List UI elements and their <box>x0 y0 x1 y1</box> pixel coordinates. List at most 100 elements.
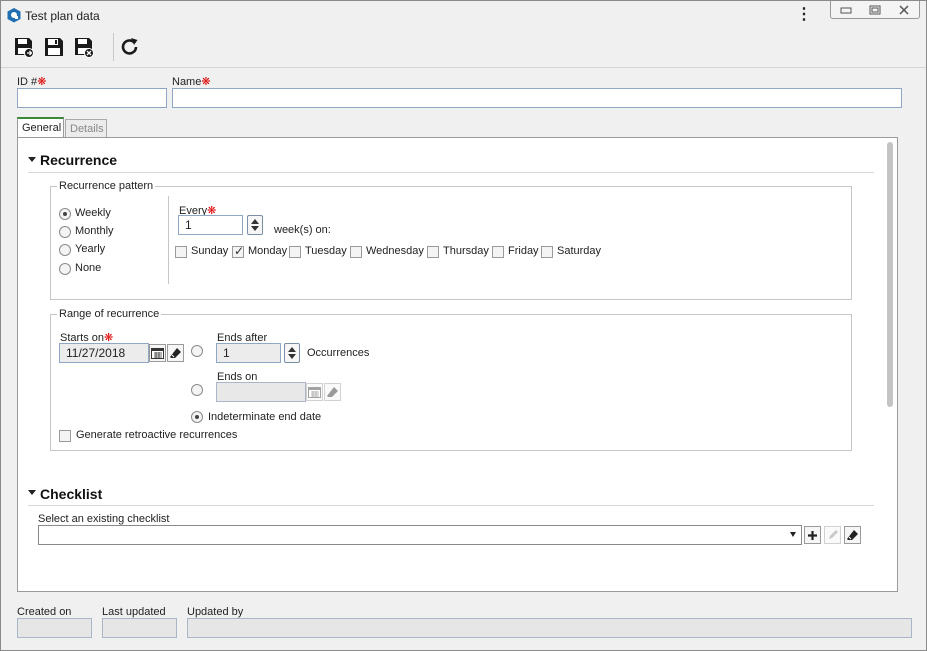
save-and-new-button[interactable] <box>12 35 36 59</box>
add-checklist-button[interactable] <box>804 526 821 544</box>
monday-label: Monday <box>248 245 288 257</box>
save-icon <box>45 38 63 56</box>
range-of-recurrence-legend: Range of recurrence <box>57 308 162 320</box>
yearly-label: Yearly <box>75 243 106 255</box>
saturday-checkbox[interactable] <box>541 246 553 258</box>
vertical-scrollbar[interactable] <box>887 142 893 407</box>
more-options-icon[interactable]: ⋮ <box>796 7 812 25</box>
saturday-label: Saturday <box>557 245 602 257</box>
every-value: 1 <box>185 218 192 232</box>
name-label: Name <box>172 76 202 88</box>
eraser-icon <box>847 529 858 540</box>
clear-checklist-button[interactable] <box>844 526 861 544</box>
monthly-label: Monthly <box>75 225 114 237</box>
title-bar: Test plan data ⋮ <box>1 1 926 29</box>
last-updated-field <box>102 618 177 638</box>
starts-on-clear-button[interactable] <box>167 344 184 362</box>
created-on-label: Created on <box>17 606 72 618</box>
recurrence-pattern-legend: Recurrence pattern <box>57 180 156 192</box>
maximize-icon <box>869 5 881 14</box>
every-input[interactable]: 1 <box>178 215 243 235</box>
required-icon: ❋ <box>37 76 47 88</box>
stepper-down-icon[interactable] <box>251 226 259 231</box>
edit-checklist-button[interactable] <box>824 526 841 544</box>
minimize-icon <box>840 7 852 13</box>
id-label-wrap: ID #❋ <box>17 75 46 88</box>
refresh-button[interactable] <box>118 35 142 59</box>
monday-checkbox[interactable] <box>232 244 244 258</box>
starts-on-value: 11/27/2018 <box>66 346 126 360</box>
starts-on-calendar-button[interactable] <box>149 344 166 362</box>
friday-label: Friday <box>508 245 539 257</box>
id-input[interactable] <box>17 88 167 108</box>
sunday-label: Sunday <box>191 245 229 257</box>
thursday-checkbox[interactable] <box>427 246 439 258</box>
recurrence-pattern-group <box>50 186 852 300</box>
none-radio[interactable] <box>59 263 71 275</box>
next-section-partial <box>40 587 130 592</box>
last-updated-label: Last updated <box>102 606 166 618</box>
save-button[interactable] <box>42 35 66 59</box>
sunday-checkbox[interactable] <box>175 246 187 258</box>
collapse-recurrence-icon[interactable] <box>28 157 36 162</box>
tab-details[interactable]: Details <box>65 119 107 137</box>
collapse-checklist-icon[interactable] <box>28 490 36 495</box>
pattern-divider <box>168 196 169 284</box>
ends-after-stepper[interactable] <box>284 343 300 363</box>
checklist-section-title[interactable]: Checklist <box>40 486 102 502</box>
plus-icon <box>808 530 817 540</box>
ends-after-radio[interactable] <box>191 345 203 357</box>
name-input[interactable] <box>172 88 902 108</box>
ends-after-value: 1 <box>223 346 230 360</box>
next-section-heading-fragment <box>40 591 130 592</box>
none-label: None <box>75 262 102 274</box>
yearly-radio[interactable] <box>59 244 71 256</box>
chevron-down-icon[interactable] <box>790 532 796 537</box>
minimize-button[interactable] <box>831 1 860 18</box>
ends-on-clear-button[interactable] <box>324 383 341 401</box>
toolbar-separator <box>113 33 114 61</box>
checklist-select[interactable] <box>38 525 802 545</box>
close-button[interactable] <box>890 1 919 18</box>
friday-checkbox[interactable] <box>492 246 504 258</box>
maximize-button[interactable] <box>860 1 889 18</box>
window-controls <box>830 1 920 19</box>
ends-on-radio[interactable] <box>191 384 203 396</box>
save-and-close-icon <box>75 38 94 58</box>
recurrence-section-title[interactable]: Recurrence <box>40 152 117 168</box>
stepper-down-icon[interactable] <box>288 354 296 359</box>
indeterminate-end-date-radio[interactable] <box>191 411 203 423</box>
window-title: Test plan data <box>25 9 100 23</box>
id-label: ID # <box>17 76 38 88</box>
wednesday-checkbox[interactable] <box>350 246 362 258</box>
save-and-new-icon <box>15 38 34 58</box>
tuesday-checkbox[interactable] <box>289 246 301 258</box>
retroactive-label: Generate retroactive recurrences <box>76 429 238 441</box>
tab-general-label: General <box>22 122 62 134</box>
app-logo-icon <box>7 8 21 23</box>
weeks-on-label: week(s) on: <box>274 224 331 236</box>
eraser-icon <box>327 386 338 397</box>
toolbar <box>1 29 926 68</box>
starts-on-input[interactable]: 11/27/2018 <box>59 343 149 363</box>
thursday-label: Thursday <box>443 245 489 257</box>
ends-on-calendar-button[interactable] <box>306 383 323 401</box>
updated-by-field <box>187 618 912 638</box>
eraser-icon <box>170 347 181 358</box>
weekly-radio[interactable] <box>59 208 71 220</box>
tab-details-label: Details <box>70 123 104 135</box>
save-and-close-button[interactable] <box>72 35 96 59</box>
every-stepper[interactable] <box>247 215 263 235</box>
indeterminate-end-date-label: Indeterminate end date <box>208 411 322 423</box>
close-icon <box>899 4 909 15</box>
required-icon: ❋ <box>201 76 211 88</box>
stepper-up-icon[interactable] <box>288 347 296 352</box>
ends-on-input[interactable] <box>216 382 306 402</box>
select-checklist-label: Select an existing checklist <box>38 513 170 525</box>
wednesday-label: Wednesday <box>366 245 424 257</box>
monthly-radio[interactable] <box>59 226 71 238</box>
tab-general[interactable]: General <box>17 117 64 138</box>
stepper-up-icon[interactable] <box>251 219 259 224</box>
ends-after-input[interactable]: 1 <box>216 343 281 363</box>
retroactive-checkbox[interactable] <box>59 430 71 442</box>
